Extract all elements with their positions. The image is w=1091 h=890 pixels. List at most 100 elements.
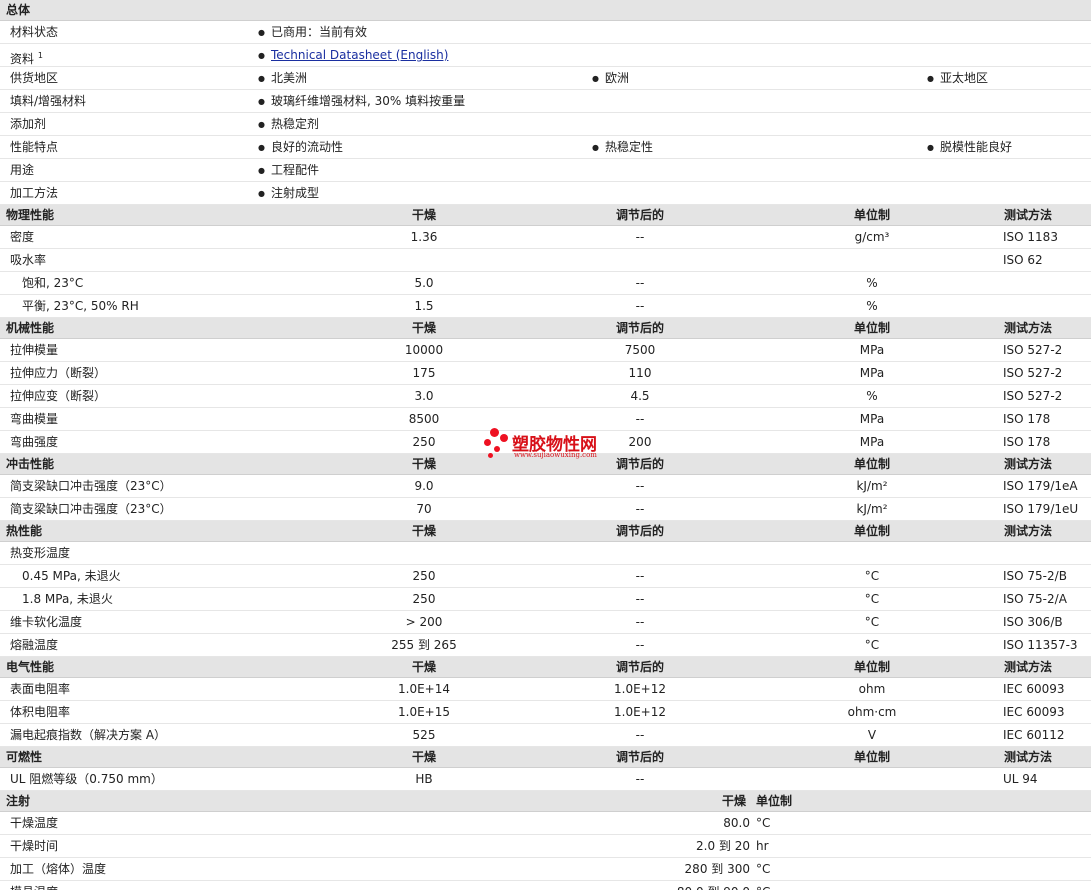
table-row: 干燥时间 2.0 到 20 hr: [0, 835, 1091, 858]
use-value: 工程配件: [258, 159, 319, 182]
value-unit: kJ/m²: [856, 502, 888, 516]
supply-region: 亚太地区: [927, 67, 988, 90]
value-dry: 250: [412, 435, 436, 449]
value-test-method: IEC 60112: [1003, 728, 1065, 742]
section-title: 热性能: [6, 524, 43, 538]
value-dry: 70: [416, 502, 432, 516]
property-name: 干燥温度: [10, 816, 59, 830]
additive-value: 热稳定剂: [258, 113, 319, 136]
general-row-features: 性能特点 良好的流动性 热稳定性 脱模性能良好: [0, 136, 1091, 159]
feature-item: 良好的流动性: [258, 136, 343, 159]
watermark-dot: [488, 453, 493, 458]
technical-datasheet-link[interactable]: Technical Datasheet (English): [271, 48, 448, 62]
row-label: 用途: [10, 163, 35, 177]
table-row: 1.8 MPa, 未退火 250 -- °C ISO 75-2/A: [0, 588, 1091, 611]
value-dry: 1.5: [414, 299, 434, 313]
property-name: 拉伸模量: [10, 343, 59, 357]
column-header-test-method: 测试方法: [1004, 208, 1053, 222]
property-name: 平衡, 23°C, 50% RH: [22, 299, 139, 313]
value-dry: 5.0: [414, 276, 434, 290]
value-dry: 80.0: [723, 816, 750, 830]
value-dry: 255 到 265: [391, 638, 457, 652]
value-dry: > 200: [405, 615, 443, 629]
property-name: 维卡软化温度: [10, 615, 83, 629]
value-dry: 1.0E+15: [398, 705, 450, 719]
value-unit: °C: [756, 816, 771, 830]
value-conditioned: --: [635, 615, 645, 629]
section-title: 可燃性: [6, 750, 43, 764]
row-label: 资料: [10, 52, 35, 66]
column-header-test-method: 测试方法: [1004, 321, 1053, 335]
value-conditioned: --: [635, 502, 645, 516]
row-label: 添加剂: [10, 117, 47, 131]
section-header-physical: 物理性能 干燥 调节后的 单位制 测试方法: [0, 205, 1091, 226]
table-row: 简支梁缺口冲击强度（23°C） 9.0 -- kJ/m² ISO 179/1eA: [0, 475, 1091, 498]
value-unit: °C: [864, 569, 880, 583]
value-test-method: ISO 1183: [1003, 230, 1058, 244]
value-unit: °C: [864, 638, 880, 652]
column-header-dry: 干燥: [411, 321, 436, 335]
column-header-unit: 单位制: [853, 524, 890, 538]
watermark-dot: [484, 439, 491, 446]
table-row: UL 阻燃等级（0.750 mm） HB -- UL 94: [0, 768, 1091, 791]
footnote-marker: 1: [37, 51, 43, 60]
value-dry: 1.36: [410, 230, 438, 244]
value-dry: 280 到 300: [684, 862, 750, 876]
table-row: 热变形温度: [0, 542, 1091, 565]
general-row-filler: 填料/增强材料 玻璃纤维增强材料, 30% 填料按重量: [0, 90, 1091, 113]
property-name: 1.8 MPa, 未退火: [22, 592, 113, 606]
property-name: 拉伸应力（断裂）: [10, 366, 107, 380]
value-dry: 2.0 到 20: [696, 839, 750, 853]
column-header-test-method: 测试方法: [1004, 524, 1053, 538]
value-unit: MPa: [859, 412, 885, 426]
value-test-method: ISO 178: [1003, 435, 1051, 449]
section-title: 机械性能: [6, 321, 55, 335]
table-row: 体积电阻率 1.0E+15 1.0E+12 ohm·cm IEC 60093: [0, 701, 1091, 724]
value-unit: °C: [864, 592, 880, 606]
property-name: 吸水率: [10, 253, 47, 267]
general-row-supply: 供货地区 北美洲 欧洲 亚太地区: [0, 67, 1091, 90]
value-dry: HB: [415, 772, 433, 786]
property-name: 简支梁缺口冲击强度（23°C）: [10, 479, 172, 493]
column-header-test-method: 测试方法: [1004, 457, 1053, 471]
value-unit: g/cm³: [854, 230, 890, 244]
column-header-dry: 干燥: [411, 457, 436, 471]
section-title: 总体: [6, 3, 31, 17]
process-value: 注射成型: [258, 182, 319, 205]
value-conditioned: 7500: [624, 343, 656, 357]
value-unit: %: [866, 389, 878, 403]
value-unit: MPa: [859, 343, 885, 357]
column-header-dry: 干燥: [411, 524, 436, 538]
watermark-url: www.sujiaowuxing.com: [514, 451, 597, 459]
value-test-method: UL 94: [1003, 772, 1038, 786]
general-row-process: 加工方法 注射成型: [0, 182, 1091, 205]
column-header-dry: 干燥: [411, 750, 436, 764]
value-dry: 250: [412, 569, 436, 583]
column-header-unit: 单位制: [853, 660, 890, 674]
property-name: 弯曲模量: [10, 412, 59, 426]
value-conditioned: --: [635, 592, 645, 606]
column-header-unit: 单位制: [756, 794, 793, 808]
table-row: 0.45 MPa, 未退火 250 -- °C ISO 75-2/B: [0, 565, 1091, 588]
property-name: 干燥时间: [10, 839, 59, 853]
value-conditioned: 110: [628, 366, 652, 380]
table-row: 表面电阻率 1.0E+14 1.0E+12 ohm IEC 60093: [0, 678, 1091, 701]
table-row: 密度 1.36 -- g/cm³ ISO 1183: [0, 226, 1091, 249]
value-unit: hr: [756, 839, 769, 853]
property-name: 漏电起痕指数（解决方案 A）: [10, 728, 167, 742]
column-header-conditioned: 调节后的: [615, 524, 664, 538]
property-name: 简支梁缺口冲击强度（23°C）: [10, 502, 172, 516]
table-row: 拉伸应力（断裂） 175 110 MPa ISO 527-2: [0, 362, 1091, 385]
table-row: 饱和, 23°C 5.0 --%: [0, 272, 1091, 295]
value-test-method: ISO 11357-3: [1003, 638, 1078, 652]
property-name: 模具温度: [10, 881, 58, 890]
value-unit: ohm·cm: [847, 705, 897, 719]
section-title: 物理性能: [6, 208, 55, 222]
column-header-conditioned: 调节后的: [615, 750, 664, 764]
value-conditioned: 1.0E+12: [614, 705, 666, 719]
feature-item: 热稳定性: [592, 136, 653, 159]
section-title: 电气性能: [6, 660, 55, 674]
column-header-conditioned: 调节后的: [615, 208, 664, 222]
row-label: 材料状态: [10, 25, 59, 39]
value-test-method: ISO 527-2: [1003, 366, 1063, 380]
